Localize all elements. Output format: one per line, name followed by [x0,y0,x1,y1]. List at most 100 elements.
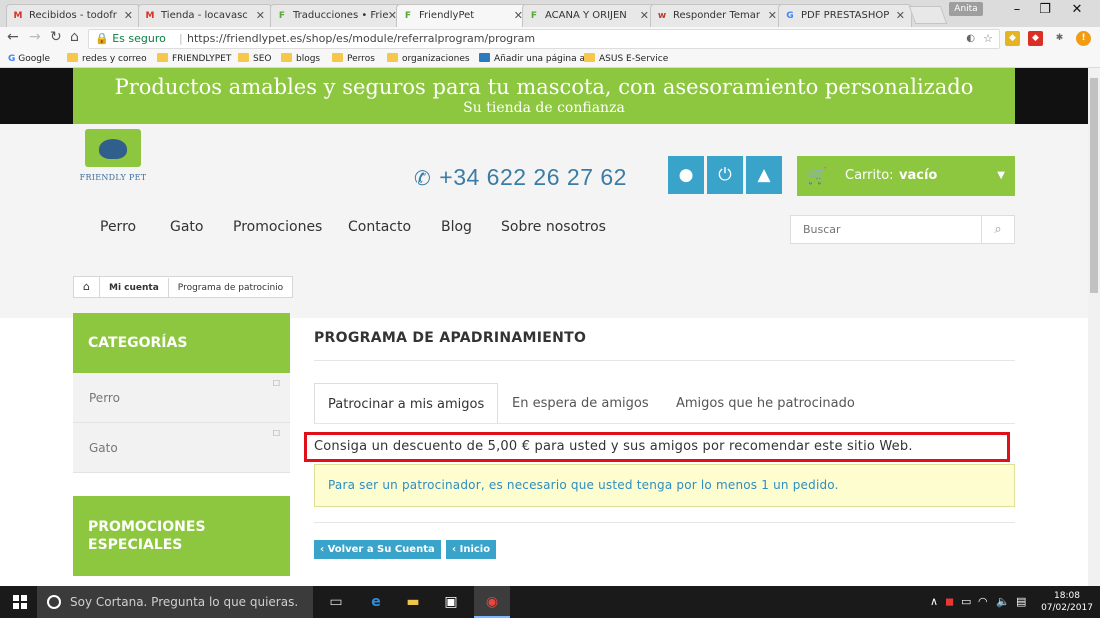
system-clock[interactable]: 18:08 07/02/2017 [1040,590,1094,614]
cart-button[interactable]: 🛒 Carrito: vacío ▼ [797,156,1015,196]
bookmark-add-page[interactable]: Añadir una página a C [479,51,594,67]
search-input[interactable] [791,216,981,243]
close-tab-icon[interactable]: ✕ [896,5,905,26]
bookmark-folder[interactable]: organizaciones [387,51,470,67]
secure-lock-label[interactable]: 🔒 Es seguro [95,30,166,48]
reload-icon[interactable]: ↻ [50,29,62,45]
expand-icon[interactable]: ☐ [273,409,280,459]
tab-sponsored-friends[interactable]: Amigos que he patrocinado [663,383,868,424]
battery-icon[interactable]: ▭ [961,586,971,618]
forward-arrow-icon[interactable]: → [29,29,41,45]
edge-icon[interactable]: e [366,592,386,612]
windows-start-icon[interactable] [13,595,27,609]
folder-icon [387,53,398,62]
wifi-icon[interactable]: ◠ [978,586,988,618]
separator: | [179,32,183,45]
chrome-taskbar-button[interactable]: ◉ [474,586,510,618]
close-window-button[interactable]: ✕ [1062,2,1092,17]
cortana-search-box[interactable]: Soy Cortana. Pregunta lo que quieras. [37,586,313,618]
nav-item-gato[interactable]: Gato [170,219,203,235]
browser-tab[interactable]: w Responder Temar ✕ [650,4,784,27]
clock-date: 07/02/2017 [1041,603,1093,613]
gmail-icon: M [145,11,155,21]
scrollbar-thumb[interactable] [1090,78,1098,293]
bookmark-star-icon[interactable]: ☆ [983,30,993,48]
breadcrumb-item[interactable]: Mi cuenta [100,278,169,298]
bookmark-folder[interactable]: SEO [238,51,271,67]
page-icon [479,53,490,62]
close-tab-icon[interactable]: ✕ [640,5,649,26]
tab-pending-friends[interactable]: En espera de amigos [499,383,662,424]
login-button[interactable]: ⏻ [707,156,743,194]
extension-icon[interactable]: ◆ [1028,31,1043,46]
breadcrumb-current: Programa de patrocinio [177,283,284,293]
bookmark-folder[interactable]: Perros [332,51,375,67]
address-bar[interactable]: 🔒 Es seguro | https://friendlypet.es/sho… [88,29,1000,49]
chat-button[interactable]: ● [668,156,704,194]
sidebar-item-gato[interactable]: Gato ☐ [73,423,290,473]
logo-text: FRIENDLY PET [79,173,147,182]
tab-divider [314,423,1015,424]
banner-slogan: Productos amables y seguros para tu masc… [73,68,1015,124]
page-viewport: Productos amables y seguros para tu masc… [0,68,1088,586]
task-view-icon[interactable]: ▭ [326,592,346,612]
browser-tab[interactable]: F ACANA Y ORIJEN ✕ [522,4,656,27]
phone-icon: ✆ [414,168,432,190]
restore-button[interactable]: ❐ [1030,2,1060,17]
tab-sponsor-friends[interactable]: Patrocinar a mis amigos [314,383,499,424]
friendly-pet-logo[interactable]: FRIENDLY PET [74,129,152,187]
browser-tab[interactable]: G PDF PRESTASHOP ✕ [778,4,912,27]
extension-icon[interactable]: ◆ [1005,31,1020,46]
phone-text: +34 622 26 27 62 [439,164,627,190]
close-tab-icon[interactable]: ✕ [124,5,133,26]
profile-button[interactable]: Anita [949,2,983,16]
nav-item-contacto[interactable]: Contacto [348,219,411,235]
browser-tab[interactable]: F Traducciones • Frie ✕ [270,4,404,27]
url-text[interactable]: https://friendlypet.es/shop/es/module/re… [187,30,535,48]
bookmark-folder[interactable]: blogs [281,51,320,67]
minimize-button[interactable]: – [1002,2,1032,17]
bookmark-label: SEO [253,54,272,64]
file-explorer-icon[interactable]: ▬ [403,592,423,612]
sponsor-requirement-alert: Para ser un patrocinador, es necesario q… [314,464,1015,507]
antivirus-icon[interactable]: ◼ [945,586,954,618]
sidebar-item-label: Perro [89,391,120,405]
bookmark-folder[interactable]: ASUS E-Service [584,51,668,67]
store-icon[interactable]: ▣ [441,592,461,612]
bookmark-google[interactable]: G Google [8,51,50,67]
back-arrow-icon[interactable]: ← [7,29,19,45]
show-hidden-icons-icon[interactable]: ∧ [930,586,938,618]
vertical-scrollbar[interactable] [1088,68,1100,586]
translate-icon[interactable]: ◐ [966,30,975,48]
home-icon[interactable]: ⌂ [74,277,100,297]
back-to-account-button[interactable]: ‹ Volver a Su Cuenta [314,540,441,559]
nav-item-sobre-nosotros[interactable]: Sobre nosotros [501,219,606,235]
home-icon[interactable]: ⌂ [70,29,79,45]
divider [314,360,1015,361]
browser-tab[interactable]: M Recibidos - todofr ✕ [6,4,140,27]
update-alert-icon[interactable]: ! [1076,31,1091,46]
volume-icon[interactable]: 🔈 [996,586,1010,618]
browser-tab-active[interactable]: F FriendlyPet ✕ [396,4,530,27]
home-button[interactable]: ‹ Inicio [446,540,497,559]
nav-item-blog[interactable]: Blog [441,219,472,235]
cart-label: Carrito: [845,168,894,183]
browser-tab[interactable]: M Tienda - locavasc ✕ [138,4,272,27]
promotions-header: PROMOCIONES ESPECIALES [73,496,290,576]
discount-notice: Consiga un descuento de 5,00 € para uste… [304,432,1010,462]
expand-icon[interactable]: ☐ [273,359,280,409]
sidebar-item-perro[interactable]: Perro ☐ [73,373,290,423]
friendlypet-favicon-icon: F [530,11,538,21]
new-tab-button[interactable] [908,6,948,24]
close-tab-icon[interactable]: ✕ [256,5,265,26]
search-icon[interactable]: ⌕ [981,216,1014,243]
nav-item-promociones[interactable]: Promociones [233,219,322,235]
bookmark-folder[interactable]: FRIENDLYPET [157,51,231,67]
clock-time: 18:08 [1054,591,1080,601]
nav-item-perro[interactable]: Perro [100,219,136,235]
extension-icon[interactable]: ✱ [1052,31,1067,46]
close-tab-icon[interactable]: ✕ [768,5,777,26]
account-button[interactable]: ▲ [746,156,782,194]
notification-icon[interactable]: ▤ [1016,586,1026,618]
bookmark-folder[interactable]: redes y correo [67,51,147,67]
